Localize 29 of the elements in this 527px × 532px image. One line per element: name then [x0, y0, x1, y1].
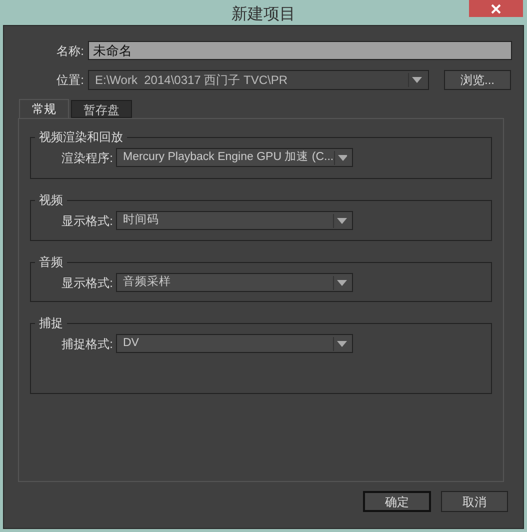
- dropdown-arrow-icon: [338, 154, 347, 160]
- name-input-field[interactable]: 未命名: [88, 41, 512, 60]
- field-label: 捕捉格式:: [60, 336, 113, 352]
- dropdown[interactable]: 音频采样: [116, 273, 353, 292]
- dropdown[interactable]: Mercury Playback Engine GPU 加速 (C...: [116, 148, 353, 167]
- window-title: 新建项目: [232, 4, 296, 25]
- field-label: 显示格式:: [60, 212, 113, 230]
- dropdown-arrow-icon: [337, 340, 347, 346]
- group-title: 视频渲染和回放: [38, 129, 124, 146]
- browse-button[interactable]: 浏览...: [444, 70, 511, 90]
- group-title: 音频: [38, 254, 64, 271]
- dropdown[interactable]: 时间码: [116, 211, 353, 230]
- close-button[interactable]: [469, 0, 523, 17]
- field-label: 位置:: [56, 72, 84, 89]
- dropdown-arrow-icon: [337, 218, 347, 224]
- field-label: 显示格式:: [60, 274, 113, 292]
- tab[interactable]: 常规: [19, 99, 69, 118]
- close-icon: [491, 4, 501, 14]
- group-title: 视频: [38, 192, 64, 209]
- field-label: 渲染程序:: [60, 150, 113, 166]
- dialog-button[interactable]: 确定: [363, 491, 431, 512]
- group-title: 捕捉: [38, 315, 64, 332]
- location-dropdown[interactable]: E:\Work 2014\0317 西门子 TVC\PR: [88, 70, 429, 90]
- tab[interactable]: 暂存盘: [71, 100, 132, 118]
- dropdown-arrow-icon: [337, 280, 347, 286]
- dropdown[interactable]: DV: [116, 334, 353, 353]
- dropdown-arrow-icon: [412, 77, 422, 83]
- dialog-button[interactable]: 取消: [441, 491, 508, 512]
- field-label: 名称:: [56, 42, 84, 60]
